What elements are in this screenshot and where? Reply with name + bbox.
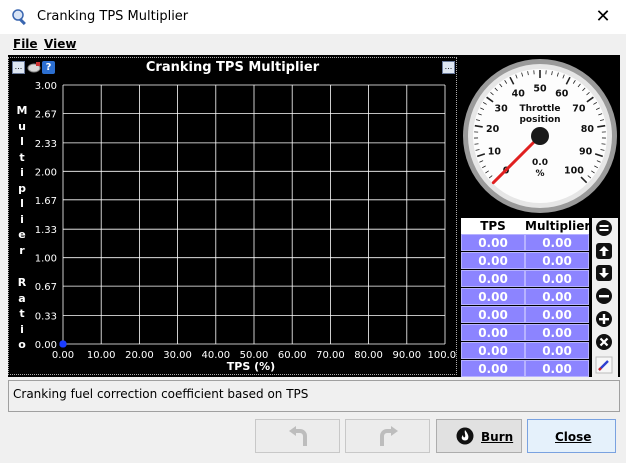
x-tick-label: 70.00 — [316, 350, 345, 361]
undo-button[interactable] — [255, 419, 340, 453]
gauge-unit: % — [535, 169, 544, 179]
y-tick-label: 1.33 — [35, 225, 57, 236]
multiply-icon[interactable] — [595, 333, 613, 351]
app-icon — [12, 9, 26, 26]
gauge-tick-label: 30 — [495, 103, 509, 114]
x-axis-label: TPS (%) — [227, 360, 275, 373]
undo-icon — [289, 426, 307, 446]
gauge-tick-label: 10 — [488, 146, 502, 157]
cell-multiplier[interactable]: 0.00 — [525, 234, 589, 251]
arrow-up-icon[interactable] — [595, 242, 613, 260]
plus-icon[interactable] — [595, 310, 613, 328]
gauge-label-line1: Throttle — [520, 104, 561, 114]
y-tick-label: 0.33 — [35, 312, 57, 323]
cell-tps[interactable]: 0.00 — [461, 360, 525, 377]
cell-multiplier[interactable]: 0.00 — [525, 288, 589, 305]
arrow-down-icon[interactable] — [595, 264, 613, 282]
x-tick-label: 100.00 — [428, 350, 457, 361]
chart-plot[interactable]: 0.00 10.00 20.00 30.00 40.00 50.00 60.00 70.00 8… — [9, 58, 456, 374]
description-text: Cranking fuel correction coefficient bas… — [13, 387, 309, 401]
x-tick-label: 10.00 — [87, 350, 116, 361]
gauge-tick — [474, 143, 479, 145]
cell-tps[interactable]: 0.00 — [461, 252, 525, 269]
description-box: Cranking fuel correction coefficient bas… — [8, 380, 620, 412]
data-table: TPS Multiplier 0.00 0.00 0.00 0.00 0.00 0.00 0… — [461, 218, 591, 378]
x-tick-label: 30.00 — [163, 350, 192, 361]
cell-tps[interactable]: 0.00 — [461, 270, 525, 287]
close-window-icon[interactable]: ✕ — [590, 4, 616, 30]
gauge-tick-label: 50 — [533, 84, 547, 95]
cell-multiplier[interactable]: 0.00 — [525, 270, 589, 287]
y-tick-label: 2.00 — [35, 167, 57, 178]
gauge-tick-label: 80 — [581, 124, 595, 135]
cell-tps[interactable]: 0.00 — [461, 234, 525, 251]
gauge-tick-label: 90 — [579, 146, 593, 157]
x-tick-label: 90.00 — [392, 350, 421, 361]
column-header-multiplier: Multiplier — [525, 219, 591, 233]
pencil-icon[interactable] — [595, 356, 613, 374]
y-tick-label: 1.00 — [35, 254, 57, 265]
y-tick-label: 0.00 — [35, 340, 57, 351]
x-tick-label: 0.00 — [52, 350, 74, 361]
menu-view[interactable]: View — [44, 37, 76, 51]
gauge-tick — [601, 143, 606, 145]
burn-label: Burn — [481, 430, 514, 444]
y-tick-label: 0.67 — [35, 282, 57, 293]
close-button[interactable]: Close — [527, 419, 616, 453]
gauge-tick-label: 100 — [564, 165, 584, 176]
gauge-tick-label: 40 — [512, 89, 526, 100]
column-header-tps: TPS — [480, 219, 506, 233]
table-tools — [592, 218, 618, 378]
cell-multiplier[interactable]: 0.00 — [525, 324, 589, 341]
gauge-label-line2: position — [519, 115, 560, 125]
data-point[interactable] — [59, 340, 67, 348]
menu-bar: File View — [0, 34, 626, 54]
gauge-tick-label: 20 — [486, 124, 500, 135]
redo-icon — [380, 426, 398, 446]
title-bar: Cranking TPS Multiplier ✕ — [0, 0, 626, 34]
menu-file[interactable]: File — [13, 37, 38, 51]
x-tick-label: 20.00 — [125, 350, 154, 361]
throttle-gauge: 0102030405060708090100Throttleposition0.… — [461, 57, 618, 213]
cell-tps[interactable]: 0.00 — [461, 342, 525, 359]
minus-icon[interactable] — [595, 287, 613, 305]
gauge-dial: 0102030405060708090100Throttleposition0.… — [463, 59, 617, 213]
gauge-value: 0.0 — [532, 158, 548, 168]
close-label: Close — [555, 430, 592, 444]
cell-tps[interactable]: 0.00 — [461, 324, 525, 341]
y-tick-label: 1.67 — [35, 196, 57, 207]
cell-multiplier[interactable]: 0.00 — [525, 360, 589, 377]
table-header: TPS Multiplier — [461, 218, 591, 234]
y-tick-label: 3.00 — [35, 81, 57, 92]
equals-icon[interactable] — [595, 219, 613, 237]
window-title: Cranking TPS Multiplier — [37, 9, 189, 24]
flame-icon — [456, 427, 474, 445]
cell-multiplier[interactable]: 0.00 — [525, 342, 589, 359]
x-tick-label: 60.00 — [278, 350, 307, 361]
chart-panel: ... ? Cranking TPS Multiplier ... Multip… — [8, 57, 457, 375]
gauge-tick-label: 70 — [572, 103, 586, 114]
gauge-hub — [531, 127, 549, 145]
x-tick-label: 80.00 — [354, 350, 383, 361]
cell-multiplier[interactable]: 0.00 — [525, 306, 589, 323]
cell-tps[interactable]: 0.00 — [461, 288, 525, 305]
cell-tps[interactable]: 0.00 — [461, 306, 525, 323]
y-tick-label: 2.33 — [35, 139, 57, 150]
redo-button[interactable] — [345, 419, 430, 453]
gauge-tick-label: 60 — [555, 89, 569, 100]
cell-multiplier[interactable]: 0.00 — [525, 252, 589, 269]
y-tick-label: 2.67 — [35, 109, 57, 120]
burn-button[interactable]: Burn — [436, 419, 522, 453]
